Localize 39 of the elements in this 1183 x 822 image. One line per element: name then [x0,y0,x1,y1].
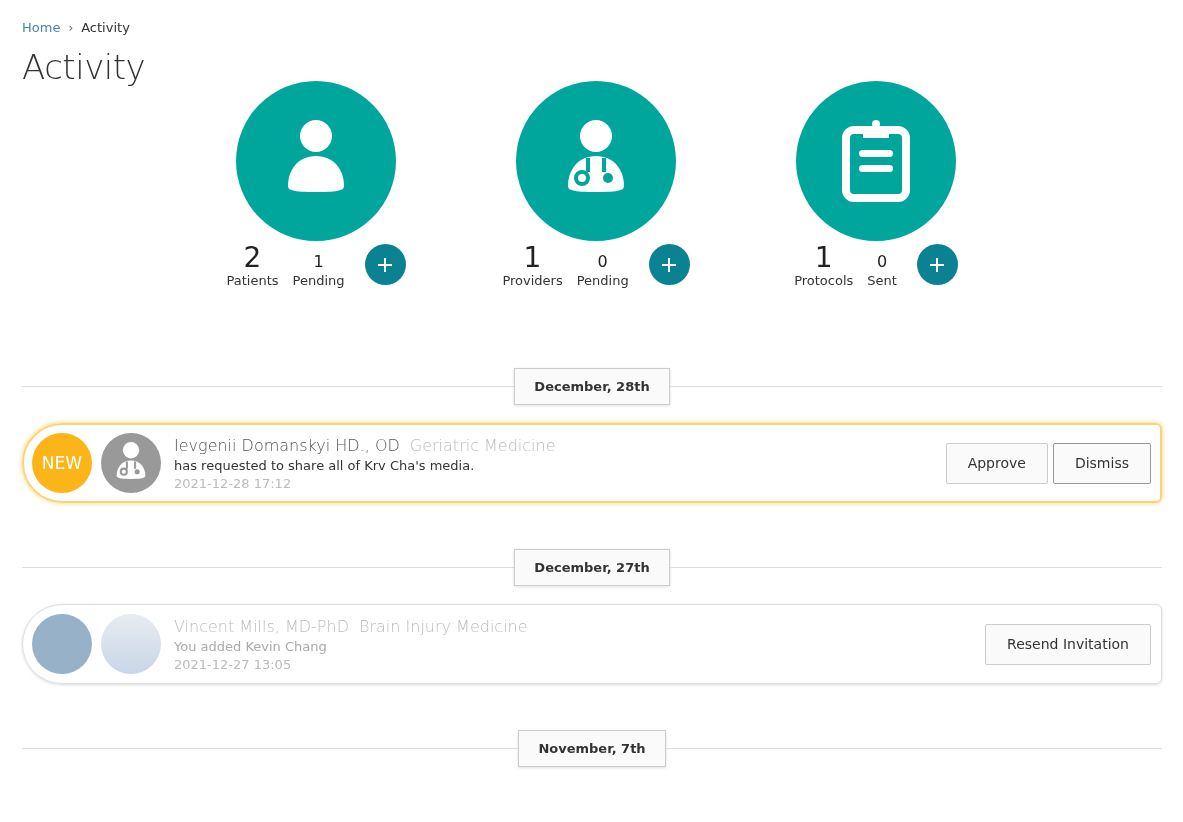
activity-message: You added Kevin Chang [174,638,328,654]
stat-sublabel: Sent [867,273,897,288]
add-button[interactable] [916,244,958,285]
specialty: Geriatric Medicine [409,435,556,455]
stat-subcount: 0 [877,251,888,273]
action-button[interactable]: Dismiss [1052,442,1151,484]
date-label: December, 27th [514,549,670,586]
photo-placeholder [101,614,161,674]
activity-message: has requested to share all of Krv Cha's media. [174,457,476,473]
stat-sublabel: Pending [576,273,629,288]
breadcrumb-separator: › [68,20,74,35]
stat-subcount: 0 [597,251,608,273]
action-button[interactable]: Approve [945,442,1048,484]
timestamp: 2021-12-28 17:12 [174,475,293,491]
new-badge: NEW [32,433,92,493]
plus-icon [377,256,393,273]
stat-subcount: 1 [313,251,324,273]
breadcrumb-link[interactable]: Home [22,20,61,35]
stat-label: Providers [502,273,563,288]
stat-sublabel: Pending [292,273,345,288]
stat-count: 1 [814,243,833,273]
clipboard-icon [841,120,911,202]
timestamp: 2021-12-27 13:05 [174,656,293,672]
stat-count: 2 [243,243,262,273]
person-name: Vincent Mills, MD-PhD [174,616,349,636]
add-button[interactable] [648,244,690,285]
specialty: Brain Injury Medicine [359,616,528,636]
stat-count: 1 [523,243,542,273]
plus-icon [661,256,678,273]
stat-label: Protocols [794,273,854,288]
plus-icon [929,256,946,273]
action-button[interactable]: Resend Invitation [985,623,1151,665]
add-button[interactable] [364,244,406,285]
breadcrumb-current: Activity [81,20,130,35]
stat-label: Patients [226,273,279,288]
date-label: November, 7th [518,730,666,767]
date-label: December, 28th [514,368,670,405]
person-name: Ievgenii Domanskyi HD., OD [174,435,400,455]
page-title: Activity [22,47,147,87]
